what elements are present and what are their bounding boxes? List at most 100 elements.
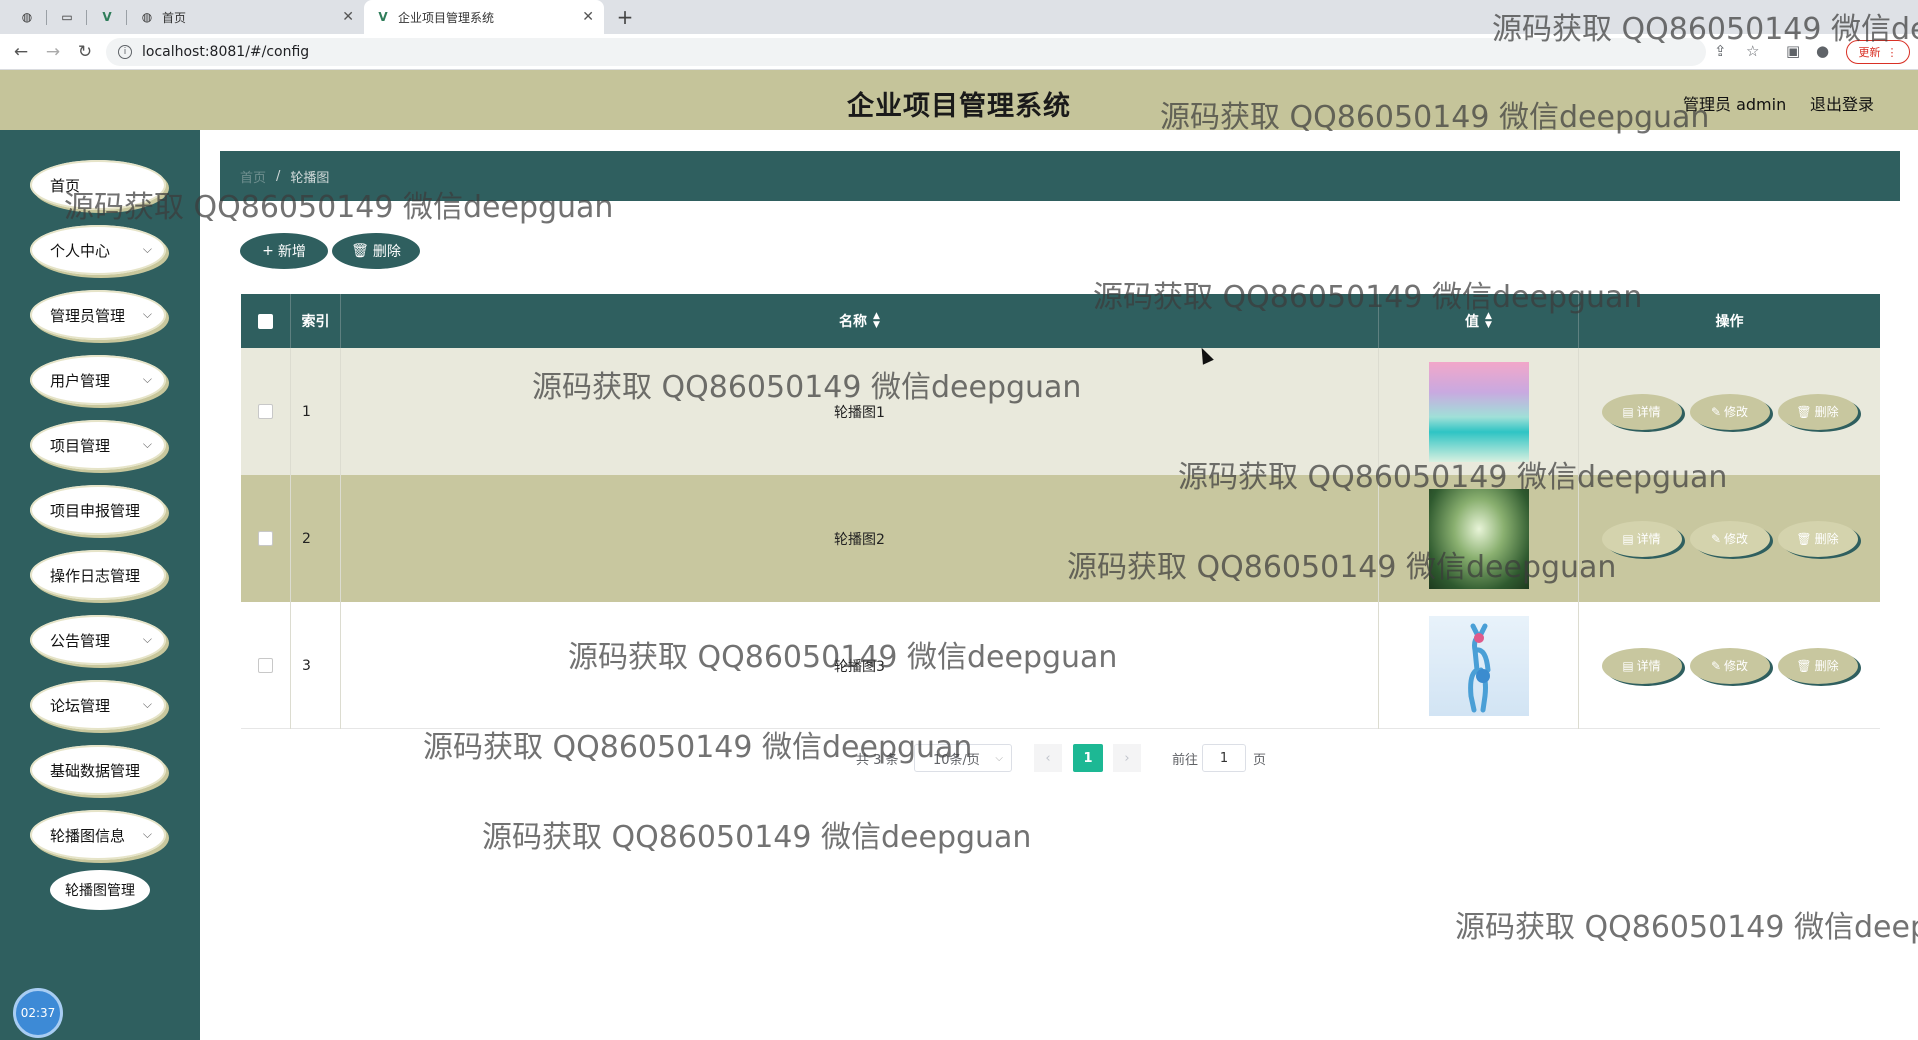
update-button[interactable]: 更新 ⋮ (1846, 40, 1910, 64)
tab-active[interactable]: V 企业项目管理系统 ✕ (364, 0, 604, 34)
page-size-select[interactable]: 10条/页 ⌵ (914, 744, 1012, 772)
column-header-value[interactable]: 值 ▲ ▼ (1379, 294, 1579, 348)
sidebar-item-label: 论坛管理 (50, 696, 111, 715)
close-icon[interactable]: ✕ (582, 9, 594, 25)
page-number-current[interactable]: 1 (1073, 744, 1103, 772)
new-tab-button[interactable]: + (612, 4, 638, 30)
share-icon[interactable]: ⇪ (1714, 42, 1727, 60)
table-row[interactable]: 2 轮播图2 ▤ 详情 ✎ 修改 🗑 删除 (241, 475, 1880, 602)
data-table: 索引 名称 ▲ ▼ 值 ▲ ▼ 操作 1 轮播图1 ▤ 详情 ✎ 修改 🗑 删除 2 轮播图2… (241, 294, 1880, 729)
sidebar-item-user-mgmt[interactable]: 用户管理 ⌵ (30, 355, 166, 405)
sidebar-item-label: 个人中心 (50, 241, 111, 260)
sidebar-item-project-apply[interactable]: 项目申报管理 (30, 485, 166, 535)
delete-button[interactable]: 🗑 删除 (332, 233, 420, 269)
sidebar-item-label: 基础数据管理 (50, 761, 141, 780)
breadcrumb-home[interactable]: 首页 (240, 167, 266, 186)
pinned-tab-blank[interactable]: ▭ (50, 0, 84, 34)
row-value-cell (1379, 348, 1579, 475)
edit-button[interactable]: ✎ 修改 (1689, 520, 1770, 557)
edit-label: 修改 (1724, 405, 1749, 419)
detail-button[interactable]: ▤ 详情 (1601, 647, 1682, 684)
info-icon[interactable]: i (118, 45, 132, 59)
sidebar-item-oplog[interactable]: 操作日志管理 (30, 550, 166, 600)
next-page-button[interactable]: › (1113, 744, 1141, 772)
sidebar-item-label: 用户管理 (50, 371, 111, 390)
sidebar-item-project-mgmt[interactable]: 项目管理 ⌵ (30, 420, 166, 470)
doc-icon: ▤ (1622, 531, 1634, 546)
doc-icon: ▤ (1622, 658, 1634, 673)
pinned-tab-vue[interactable]: V (90, 0, 124, 34)
url-field[interactable]: i localhost:8081/#/config (106, 38, 1706, 66)
sort-icon[interactable]: ▲ ▼ (873, 312, 880, 330)
tab-home[interactable]: ◍ 首页 ✕ (128, 0, 364, 34)
plus-icon: + (262, 243, 274, 259)
trash-icon: 🗑 (1796, 658, 1812, 673)
carousel-thumbnail[interactable] (1428, 488, 1529, 589)
carousel-thumbnail[interactable] (1428, 361, 1529, 462)
edit-button[interactable]: ✎ 修改 (1689, 647, 1770, 684)
row-checkbox-cell (241, 348, 291, 475)
row-delete-button[interactable]: 🗑 删除 (1777, 393, 1858, 430)
profile-icon[interactable]: ● (1816, 42, 1829, 60)
sidebar: 首页 个人中心 ⌵ 管理员管理 ⌵ 用户管理 ⌵ 项目管理 ⌵ 项目申报管理 操作日志管… (0, 130, 200, 1040)
select-all-checkbox[interactable] (258, 313, 273, 329)
column-header-index: 索引 (291, 294, 341, 348)
row-checkbox-cell (241, 475, 291, 602)
chevron-down-icon: ⌵ (142, 437, 152, 451)
sidebar-item-carousel-info[interactable]: 轮播图信息 ⌵ (30, 810, 166, 860)
breadcrumb-current: 轮播图 (290, 170, 330, 186)
back-arrow-icon[interactable]: ← (10, 41, 32, 63)
sidebar-subitem-carousel-mgmt[interactable]: 轮播图管理 (50, 870, 150, 910)
sort-icon[interactable]: ▲ ▼ (1485, 312, 1492, 330)
edit-label: 修改 (1724, 659, 1749, 673)
trash-icon: 🗑 (1796, 404, 1812, 419)
detail-label: 详情 (1636, 659, 1661, 673)
star-icon[interactable]: ☆ (1746, 42, 1759, 60)
row-name: 轮播图3 (341, 602, 1379, 729)
column-header-name[interactable]: 名称 ▲ ▼ (341, 294, 1379, 348)
table-header: 索引 名称 ▲ ▼ 值 ▲ ▼ 操作 (241, 294, 1880, 348)
sidebar-item-personal-center[interactable]: 个人中心 ⌵ (30, 225, 166, 275)
logout-link[interactable]: 退出登录 (1810, 91, 1874, 115)
prev-page-button[interactable]: ‹ (1034, 744, 1062, 772)
detail-button[interactable]: ▤ 详情 (1601, 393, 1682, 430)
forward-arrow-icon[interactable]: → (42, 41, 64, 63)
sidebar-item-forum[interactable]: 论坛管理 ⌵ (30, 680, 166, 730)
row-checkbox[interactable] (258, 658, 273, 673)
row-checkbox-cell (241, 602, 291, 729)
row-delete-button[interactable]: 🗑 删除 (1777, 520, 1858, 557)
sidebar-item-basic-data[interactable]: 基础数据管理 (30, 745, 166, 795)
sidebar-item-admin-mgmt[interactable]: 管理员管理 ⌵ (30, 290, 166, 340)
row-checkbox[interactable] (258, 531, 273, 546)
table-row[interactable]: 1 轮播图1 ▤ 详情 ✎ 修改 🗑 删除 (241, 348, 1880, 475)
close-icon[interactable]: ✕ (342, 9, 354, 25)
sidepanel-icon[interactable]: ▣ (1786, 42, 1800, 60)
edit-label: 修改 (1724, 532, 1749, 546)
row-value-cell (1379, 602, 1579, 729)
goto-page-input[interactable]: 1 (1202, 744, 1246, 772)
row-delete-button[interactable]: 🗑 删除 (1777, 647, 1858, 684)
url-text: localhost:8081/#/config (142, 44, 310, 60)
edit-button[interactable]: ✎ 修改 (1689, 393, 1770, 430)
sidebar-item-home[interactable]: 首页 (30, 160, 166, 210)
browser-tabstrip: ◍ ▭ V ◍ 首页 ✕ V 企业项目管理系统 ✕ + (0, 0, 1918, 34)
row-value-cell (1379, 475, 1579, 602)
row-actions: ▤ 详情 ✎ 修改 🗑 删除 (1579, 348, 1880, 475)
add-button-label: 新增 (277, 244, 306, 260)
row-delete-label: 删除 (1814, 405, 1839, 419)
sidebar-item-notice[interactable]: 公告管理 ⌵ (30, 615, 166, 665)
row-checkbox[interactable] (258, 404, 273, 419)
reload-icon[interactable]: ↻ (74, 41, 96, 63)
doc-icon: ▤ (1622, 404, 1634, 419)
column-header-value-label: 值 (1465, 314, 1480, 330)
carousel-thumbnail[interactable] (1428, 615, 1529, 716)
add-button[interactable]: + 新增 (240, 233, 328, 269)
app-header: 企业项目管理系统 管理员 admin 退出登录 (0, 70, 1918, 130)
globe-icon: ◍ (141, 10, 153, 24)
detail-button[interactable]: ▤ 详情 (1601, 520, 1682, 557)
goto-label: 前往 (1172, 752, 1199, 768)
table-row[interactable]: 3 轮播图3 ▤ 详情 ✎ 修改 🗑 删除 (241, 602, 1880, 729)
row-index: 1 (291, 348, 341, 475)
chevron-down-icon: ⌵ (142, 632, 152, 646)
pinned-tab-globe[interactable]: ◍ (10, 0, 44, 34)
